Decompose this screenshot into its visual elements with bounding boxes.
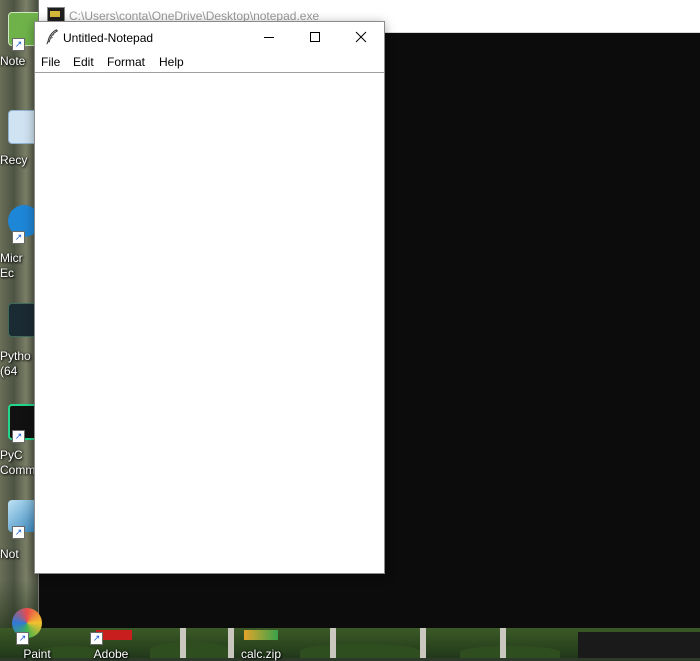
- feather-icon: [46, 29, 59, 45]
- menu-format[interactable]: Format: [107, 55, 145, 69]
- shortcut-arrow-icon: ↗: [90, 632, 103, 645]
- notepad-titlebar[interactable]: Untitled-Notepad: [35, 22, 384, 52]
- minimize-button[interactable]: [246, 22, 292, 52]
- shortcut-arrow-icon: ↗: [12, 430, 25, 443]
- close-button[interactable]: [338, 22, 384, 52]
- maximize-icon: [310, 32, 320, 42]
- desktop-icon-label: calc.zip: [240, 647, 281, 661]
- desktop-icon-paint[interactable]: ↗ Paint: [2, 606, 72, 661]
- wallpaper-shadow: [578, 632, 700, 658]
- shortcut-arrow-icon: ↗: [12, 231, 25, 244]
- shortcut-arrow-icon: ↗: [12, 38, 25, 51]
- window-title: Untitled-Notepad: [63, 31, 154, 45]
- desktop-icon-calc-zip[interactable]: calc.zip: [226, 606, 296, 661]
- zip-archive-icon: [244, 630, 278, 640]
- menu-help[interactable]: Help: [159, 55, 184, 69]
- desktop-icon-label: Adobe: [93, 647, 129, 661]
- maximize-button[interactable]: [292, 22, 338, 52]
- desktop-icon-adobe[interactable]: ↗ Adobe: [76, 606, 146, 661]
- close-icon: [355, 31, 367, 43]
- shortcut-arrow-icon: ↗: [12, 526, 25, 539]
- shortcut-arrow-icon: ↗: [16, 632, 29, 645]
- menu-edit[interactable]: Edit: [73, 55, 94, 69]
- notepad-window[interactable]: Untitled-Notepad File Edit Format Help: [34, 21, 385, 574]
- text-editor-area[interactable]: [35, 73, 384, 573]
- minimize-icon: [264, 37, 274, 38]
- menu-bar: File Edit Format Help: [35, 52, 384, 73]
- desktop-icon-label: Paint: [23, 647, 51, 661]
- menu-file[interactable]: File: [41, 55, 60, 69]
